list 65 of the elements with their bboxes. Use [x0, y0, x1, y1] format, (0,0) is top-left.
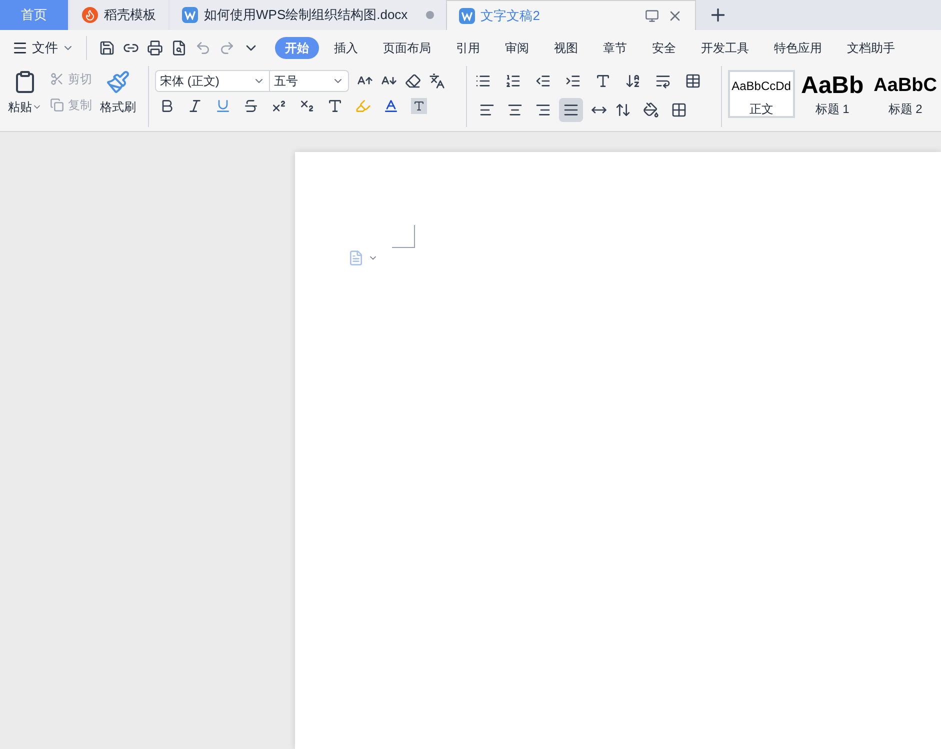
paintbrush-icon — [106, 70, 130, 94]
tab-label: 稻壳模板 — [104, 6, 156, 24]
align-icon — [479, 102, 496, 118]
copy-icon — [50, 98, 64, 112]
ribbon-tab[interactable]: 特色应用 — [764, 37, 832, 59]
style-preview: AaBb — [800, 72, 864, 100]
style-preset[interactable]: AaBbC 标题 2 — [870, 70, 941, 118]
align-icon — [563, 102, 580, 118]
letter-icon — [412, 100, 425, 112]
print-icon[interactable] — [147, 40, 163, 56]
style-label: 标题 1 — [815, 101, 850, 118]
line-spacing-icon[interactable] — [615, 102, 632, 118]
ribbon-tab[interactable]: 插入 — [324, 37, 368, 59]
table-icon[interactable] — [685, 73, 702, 89]
ribbon-tab[interactable]: 开发工具 — [691, 37, 759, 59]
file-menu[interactable]: 文件 — [12, 38, 74, 58]
sort-icon[interactable] — [625, 73, 642, 89]
preview-icon[interactable] — [171, 40, 187, 56]
scissors-icon — [50, 72, 64, 86]
bullet-list-icon[interactable] — [475, 73, 492, 89]
tab-label: 文字文稿2 — [480, 6, 540, 25]
ribbon-tab[interactable]: 文档助手 — [837, 37, 905, 59]
document-icon — [348, 250, 364, 266]
superscript-icon[interactable] — [270, 98, 287, 114]
ribbon-tab[interactable]: 安全 — [642, 37, 686, 59]
style-preview: AaBbC — [874, 74, 937, 98]
align-button[interactable] — [559, 98, 584, 122]
ribbon-tab[interactable]: 审阅 — [495, 37, 539, 59]
style-label: 标题 2 — [888, 101, 922, 118]
style-label: 正文 — [749, 101, 774, 118]
italic-icon[interactable] — [186, 98, 203, 114]
document-tab[interactable]: 文字文稿2 — [446, 0, 696, 30]
monitor-icon[interactable] — [644, 8, 659, 22]
ribbon-tab[interactable]: 视图 — [544, 37, 588, 59]
ribbon-tab[interactable]: 页面布局 — [373, 37, 441, 59]
document-tab[interactable]: 稻壳模板 — [70, 0, 168, 30]
subscript-icon[interactable] — [298, 98, 315, 114]
document-icon — [182, 7, 198, 23]
shading-icon[interactable] — [410, 98, 427, 114]
paste-button[interactable]: 粘贴 — [8, 70, 42, 116]
save-icon[interactable] — [99, 40, 115, 56]
menu-icon — [12, 40, 28, 56]
wrap-icon[interactable] — [655, 73, 672, 89]
document-icon — [458, 8, 475, 24]
underline-icon[interactable] — [214, 98, 231, 114]
numbered-list-icon[interactable] — [505, 73, 522, 89]
style-preset[interactable]: AaBbCcDd 正文 — [728, 70, 795, 118]
strikethrough-icon[interactable] — [242, 98, 259, 114]
decrease-indent-icon[interactable] — [535, 73, 552, 89]
style-preview: AaBbCcDd — [732, 78, 791, 95]
style-preset[interactable]: AaBb 标题 1 — [796, 70, 868, 118]
ribbon-tab[interactable]: 引用 — [446, 37, 490, 59]
tab-label: 首页 — [21, 6, 47, 24]
flame-icon — [82, 7, 98, 23]
font-color-icon[interactable] — [382, 98, 399, 114]
eraser-icon[interactable] — [404, 73, 421, 89]
ribbon-tab[interactable]: 章节 — [593, 37, 637, 59]
tab-label: 如何使用WPS绘制组织结构图.docx — [204, 6, 408, 24]
format-painter-button[interactable]: 格式刷 — [100, 70, 136, 116]
margin-corner-mark — [392, 225, 415, 248]
align-icon — [507, 102, 524, 118]
increase-indent-icon[interactable] — [565, 73, 582, 89]
document-tab[interactable]: 如何使用WPS绘制组织结构图.docx — [170, 0, 446, 30]
clipboard-icon — [13, 70, 37, 94]
align-icon — [535, 102, 552, 118]
